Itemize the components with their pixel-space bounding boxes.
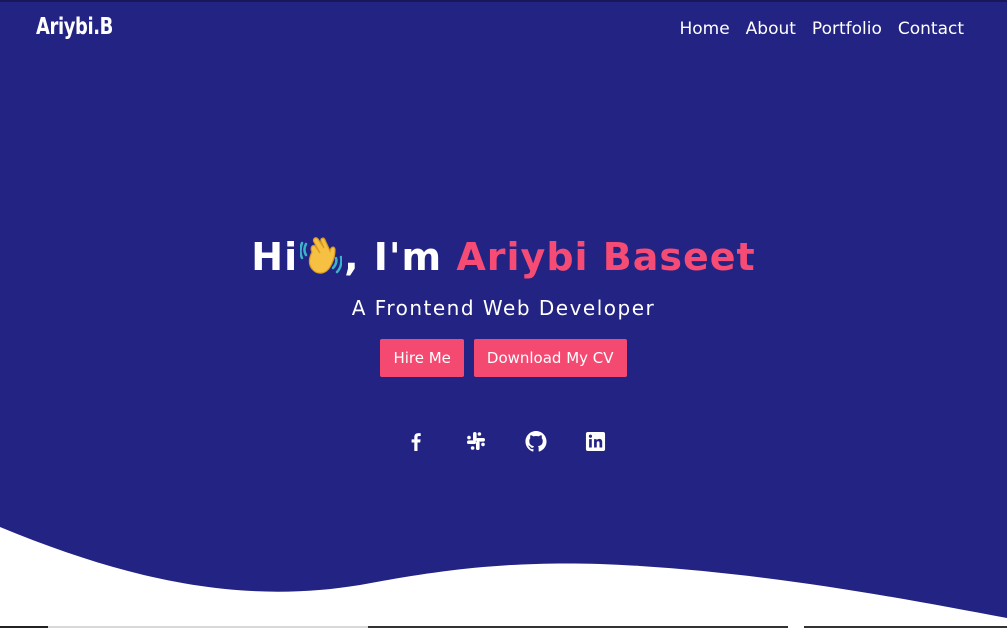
greeting-suffix: , I'm — [344, 235, 457, 279]
portfolio-page: Ariybi.B Home About Portfolio Contact Hi… — [0, 0, 1007, 628]
nav-portfolio-link[interactable]: Portfolio — [812, 19, 882, 39]
hire-me-button[interactable]: Hire Me — [380, 339, 464, 377]
hero-name: Ariybi Baseet — [456, 235, 756, 279]
social-links — [0, 430, 1007, 452]
hero-subtitle: A Frontend Web Developer — [351, 296, 656, 320]
github-icon[interactable] — [524, 430, 547, 452]
nav-about-link[interactable]: About — [746, 19, 796, 39]
hero-actions: Hire Me Download My CV — [0, 339, 1007, 377]
waving-hand-icon — [300, 237, 343, 274]
site-logo[interactable]: Ariybi.B — [36, 14, 113, 40]
main-nav: Home About Portfolio Contact — [679, 19, 964, 39]
slack-icon[interactable] — [465, 430, 487, 452]
nav-home-link[interactable]: Home — [679, 19, 729, 39]
facebook-icon[interactable] — [405, 430, 427, 452]
top-border — [0, 0, 1007, 2]
nav-contact-link[interactable]: Contact — [898, 19, 964, 39]
linkedin-icon[interactable] — [585, 430, 607, 452]
download-cv-button[interactable]: Download My CV — [473, 339, 627, 377]
hero-title: Hi , I'm Ariybi Baseet — [0, 234, 1007, 279]
greeting-prefix: Hi — [251, 235, 299, 279]
